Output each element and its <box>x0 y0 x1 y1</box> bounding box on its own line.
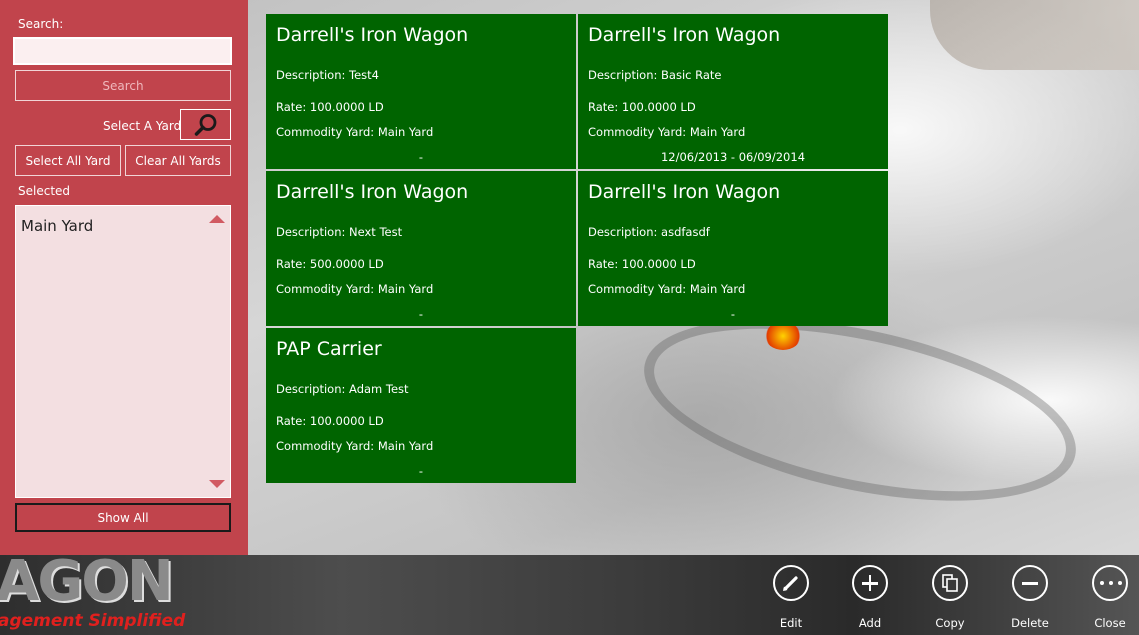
rate-card[interactable]: Darrell's Iron Wagon Description: Test4 … <box>266 14 576 169</box>
card-description: Description: Next Test <box>276 225 403 239</box>
card-title: PAP Carrier <box>276 338 382 360</box>
select-yard-label: Select A Yard <box>103 119 182 133</box>
select-yard-button[interactable] <box>180 109 231 140</box>
filter-panel: Search: Search Select A Yard Select All … <box>0 0 248 555</box>
logo-text: AGON <box>0 555 174 614</box>
edit-button[interactable]: Edit <box>761 565 821 630</box>
background-decor <box>930 0 1139 70</box>
card-yard: Commodity Yard: Main Yard <box>276 282 434 296</box>
scroll-up-icon[interactable] <box>209 215 225 223</box>
card-title: Darrell's Iron Wagon <box>588 24 781 46</box>
copy-label: Copy <box>935 616 965 630</box>
add-label: Add <box>858 616 882 630</box>
card-rate: Rate: 500.0000 LD <box>276 257 384 271</box>
copy-button[interactable]: Copy <box>920 565 980 630</box>
card-title: Darrell's Iron Wagon <box>276 181 469 203</box>
card-description: Description: Basic Rate <box>588 68 722 82</box>
selected-label: Selected <box>18 184 71 198</box>
card-yard: Commodity Yard: Main Yard <box>276 439 434 453</box>
magnifier-icon <box>194 113 216 136</box>
rate-card[interactable]: Darrell's Iron Wagon Description: Basic … <box>578 14 888 169</box>
add-button[interactable]: Add <box>840 565 900 630</box>
card-yard: Commodity Yard: Main Yard <box>588 125 746 139</box>
search-input[interactable] <box>13 37 232 65</box>
card-date-range: 12/06/2013 - 06/09/2014 <box>660 150 806 164</box>
close-button[interactable]: Close <box>1080 565 1139 630</box>
card-rate: Rate: 100.0000 LD <box>588 100 696 114</box>
card-date-range: - <box>418 150 424 164</box>
rate-card[interactable]: Darrell's Iron Wagon Description: asdfas… <box>578 171 888 326</box>
card-rate: Rate: 100.0000 LD <box>588 257 696 271</box>
card-description: Description: Adam Test <box>276 382 409 396</box>
card-title: Darrell's Iron Wagon <box>276 24 469 46</box>
edit-icon <box>773 565 809 601</box>
delete-button[interactable]: Delete <box>1000 565 1060 630</box>
add-icon <box>852 565 888 601</box>
select-all-yards-button[interactable]: Select All Yard <box>15 145 121 176</box>
card-rate: Rate: 100.0000 LD <box>276 414 384 428</box>
scroll-down-icon[interactable] <box>209 480 225 488</box>
card-date-range: - <box>418 307 424 321</box>
background-decor <box>765 322 801 350</box>
card-rate: Rate: 100.0000 LD <box>276 100 384 114</box>
list-item[interactable]: Main Yard <box>21 217 93 235</box>
selected-yards-list[interactable]: Main Yard <box>15 205 231 498</box>
delete-label: Delete <box>1011 616 1049 630</box>
card-description: Description: asdfasdf <box>588 225 710 239</box>
card-description: Description: Test4 <box>276 68 379 82</box>
card-date-range: - <box>418 464 424 478</box>
search-button[interactable]: Search <box>15 70 231 101</box>
rate-card[interactable]: PAP Carrier Description: Adam Test Rate:… <box>266 328 576 483</box>
close-label: Close <box>1094 616 1126 630</box>
show-all-button[interactable]: Show All <box>15 503 231 532</box>
card-yard: Commodity Yard: Main Yard <box>276 125 434 139</box>
minus-icon <box>1012 565 1048 601</box>
more-icon <box>1092 565 1128 601</box>
logo-tagline: agement Simplified <box>0 611 186 631</box>
card-yard: Commodity Yard: Main Yard <box>588 282 746 296</box>
copy-icon <box>932 565 968 601</box>
rate-card[interactable]: Darrell's Iron Wagon Description: Next T… <box>266 171 576 326</box>
clear-all-yards-button[interactable]: Clear All Yards <box>125 145 231 176</box>
card-title: Darrell's Iron Wagon <box>588 181 781 203</box>
search-label: Search: <box>18 17 64 31</box>
card-date-range: - <box>730 307 736 321</box>
app-bar: AGON agement Simplified Edit Add Copy De… <box>0 555 1139 635</box>
edit-label: Edit <box>779 616 803 630</box>
